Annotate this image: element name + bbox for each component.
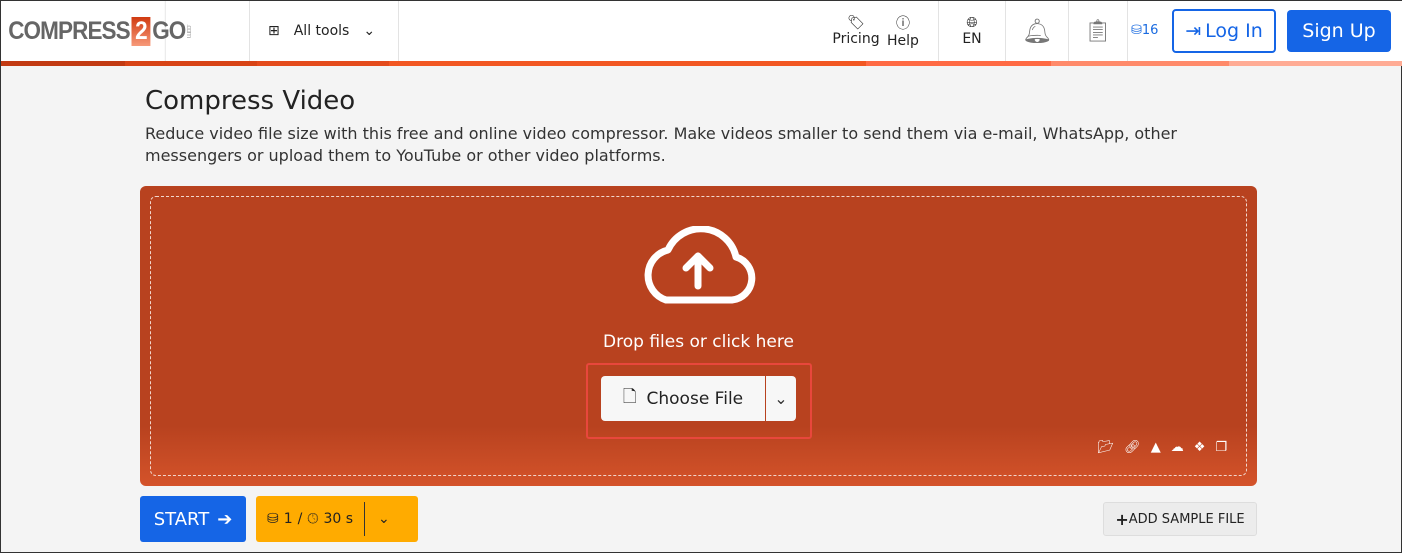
choose-file-button[interactable]: 🗋 Choose File	[601, 376, 765, 421]
pricing-label: Pricing	[832, 31, 880, 47]
logo-mark: 2	[131, 16, 151, 46]
drop-text: Drop files or click here	[603, 332, 794, 352]
language-selector[interactable]: 🌐︎ EN	[939, 1, 1005, 61]
credits-count: 16	[1141, 23, 1159, 38]
coins-icon: ⛁	[1131, 23, 1142, 38]
login-icon: ⇥	[1185, 20, 1202, 42]
copy-icon[interactable]: ❐	[1215, 440, 1227, 455]
onedrive-icon[interactable]: ☁	[1171, 440, 1184, 455]
signup-button[interactable]: Sign Up	[1287, 10, 1391, 52]
choose-file-dropdown[interactable]: ⌄	[766, 376, 796, 421]
file-plus-icon: 🗋	[622, 387, 637, 407]
page-title: Compress Video	[145, 86, 356, 116]
file-dropzone[interactable]: Drop files or click here 🗋 Choose File ⌄ …	[140, 186, 1257, 486]
start-label: START	[153, 508, 210, 530]
all-tools-label: All tools	[293, 23, 350, 39]
plus-icon: +	[1115, 509, 1129, 529]
dropbox-icon[interactable]: ❖	[1194, 440, 1206, 455]
coins-icon: ⛁	[267, 511, 279, 527]
cost-separator: /	[297, 511, 303, 527]
bell-icon[interactable]: 🔔︎	[1006, 1, 1068, 61]
all-tools-menu[interactable]: ⊞ All tools ⌄	[249, 1, 399, 61]
cost-credits: 1	[283, 511, 293, 527]
logo[interactable]: COMPRESS 2 GO .com	[1, 1, 194, 61]
arrow-right-icon: ➔	[217, 508, 233, 530]
chevron-down-icon: ⌄	[363, 23, 376, 39]
globe-icon: 🌐︎	[966, 15, 978, 31]
pricing-link[interactable]: 🏷︎ Pricing	[831, 1, 881, 61]
start-button[interactable]: START ➔	[140, 496, 246, 542]
clock-icon: 🕓︎	[307, 511, 319, 527]
help-label: Help	[887, 33, 919, 49]
login-label: Log In	[1205, 20, 1263, 42]
logo-text: COMPRESS	[8, 16, 130, 45]
chevron-down-icon: ⌄	[378, 511, 390, 527]
grid-icon: ⊞	[268, 23, 280, 39]
help-icon: ⓘ	[896, 16, 910, 32]
page-description: Reduce video file size with this free an…	[145, 124, 1177, 165]
language-label: EN	[962, 31, 982, 47]
login-button[interactable]: ⇥ Log In	[1172, 9, 1276, 53]
history-icon[interactable]: 📋︎	[1069, 1, 1127, 61]
logo-text-go: GO	[152, 16, 186, 45]
cloud-upload-icon	[644, 226, 756, 304]
add-sample-label: ADD SAMPLE FILE	[1128, 511, 1245, 527]
cost-options-button[interactable]: ⛁ 1/🕓︎ 30 s ⌄	[256, 496, 418, 542]
tag-icon: 🏷︎	[847, 15, 865, 31]
chevron-down-icon: ⌄	[774, 389, 788, 408]
header: COMPRESS 2 GO .com ⊞ All tools ⌄ 🏷︎ Pricing ⓘ H…	[1, 1, 1402, 61]
choose-file-label: Choose File	[646, 388, 744, 409]
logo-com: .com	[185, 24, 194, 38]
folder-icon[interactable]: 📂︎	[1098, 440, 1115, 455]
link-icon[interactable]: 🔗︎	[1124, 440, 1141, 455]
google-drive-icon[interactable]: ▲	[1151, 440, 1161, 455]
cost-time: 30 s	[323, 511, 354, 527]
credits-badge[interactable]: ⛁16	[1131, 23, 1158, 38]
add-sample-file-button[interactable]: + ADD SAMPLE FILE	[1103, 502, 1257, 536]
help-link[interactable]: ⓘ Help	[883, 1, 923, 61]
